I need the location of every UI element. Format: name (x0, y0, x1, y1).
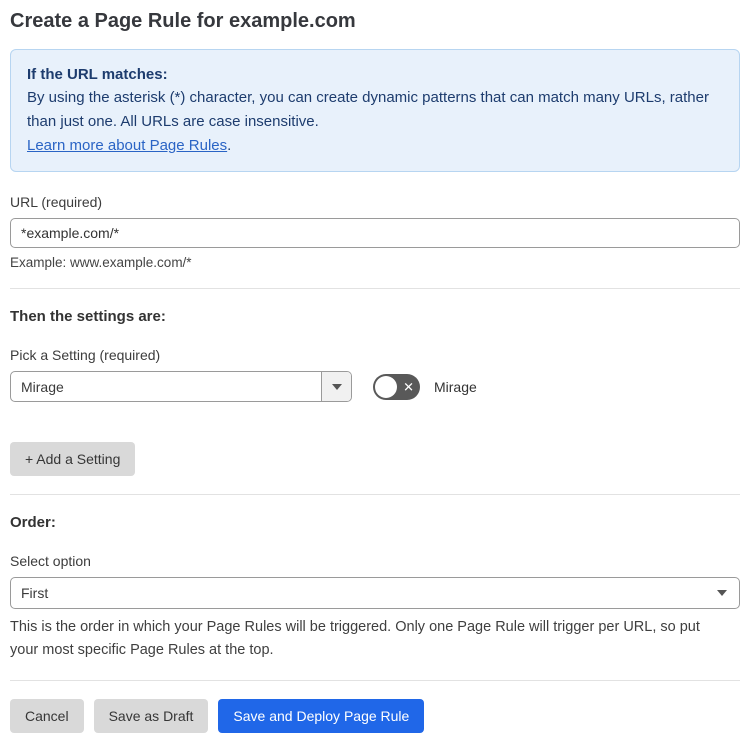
info-link-line: Learn more about Page Rules. (27, 134, 723, 157)
chevron-down-icon (717, 590, 727, 596)
setting-select-value: Mirage (21, 378, 64, 395)
toggle-knob (375, 375, 397, 398)
order-helper-text: This is the order in which your Page Rul… (10, 619, 700, 659)
page-rule-form: Create a Page Rule for example.com If th… (0, 0, 750, 733)
order-select-value: First (21, 585, 49, 601)
link-suffix: . (227, 136, 232, 154)
toggle-label: Mirage (434, 378, 477, 395)
order-section-heading: Order: (10, 514, 56, 531)
page-title: Create a Page Rule for example.com (10, 10, 356, 32)
settings-section-heading: Then the settings are: (10, 308, 166, 325)
setting-select-arrow-button[interactable] (321, 372, 351, 401)
learn-more-link[interactable]: Learn more about Page Rules (27, 137, 227, 154)
setting-select[interactable]: Mirage (10, 371, 352, 402)
info-box-heading: If the URL matches: (27, 66, 168, 83)
url-input[interactable] (10, 218, 740, 248)
cancel-button[interactable]: Cancel (10, 699, 84, 733)
url-match-info-box: If the URL matches: By using the asteris… (10, 49, 740, 172)
form-actions: Cancel Save as Draft Save and Deploy Pag… (10, 699, 740, 733)
add-setting-button[interactable]: + Add a Setting (10, 442, 136, 476)
mirage-toggle[interactable]: ✕ (373, 373, 420, 400)
save-and-deploy-button[interactable]: Save and Deploy Page Rule (218, 699, 425, 733)
url-helper-text: Example: www.example.com/* (10, 255, 192, 270)
divider (10, 288, 740, 289)
order-select[interactable]: First (10, 577, 740, 609)
pick-setting-label: Pick a Setting (required) (10, 347, 161, 363)
setting-row: Mirage ✕ Mirage (10, 371, 740, 402)
divider (10, 680, 740, 682)
divider (10, 494, 740, 495)
info-box-body: By using the asterisk (*) character, you… (27, 89, 709, 130)
select-option-label: Select option (10, 553, 91, 569)
chevron-down-icon (331, 383, 342, 390)
toggle-off-x-icon: ✕ (403, 379, 414, 394)
url-field-label: URL (required) (10, 194, 103, 210)
save-as-draft-button[interactable]: Save as Draft (93, 699, 209, 733)
